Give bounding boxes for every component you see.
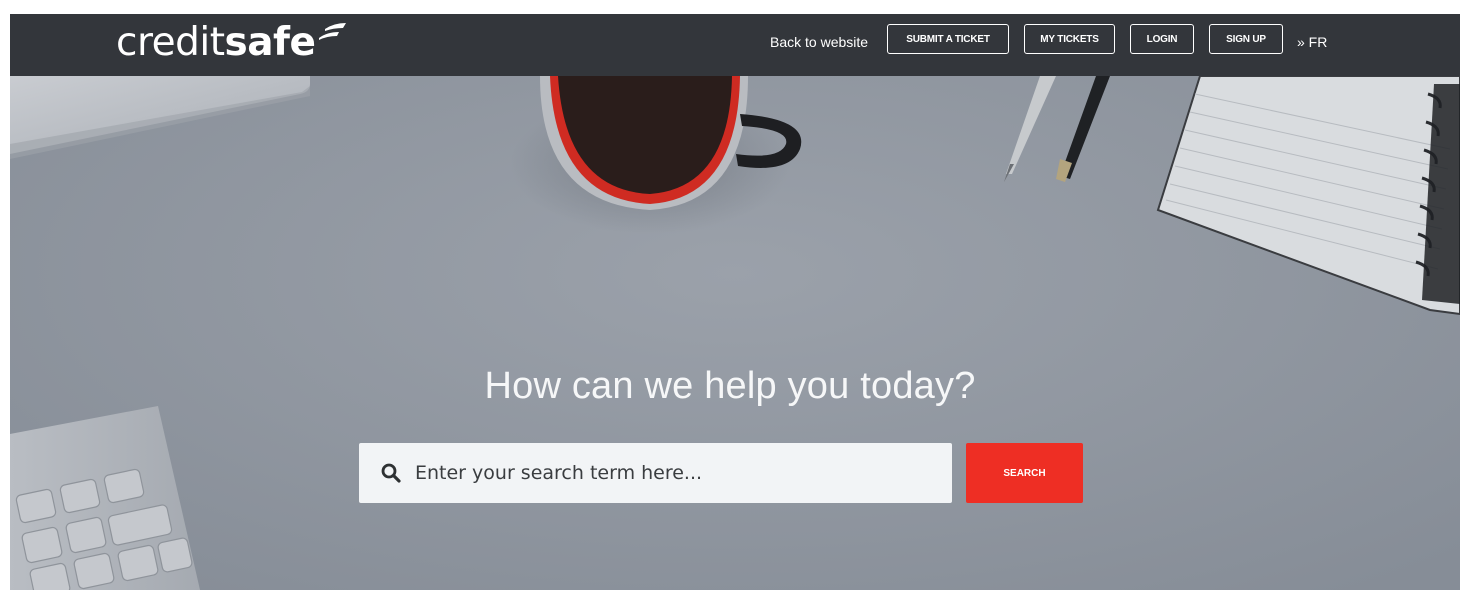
search-button[interactable]: SEARCH <box>966 443 1083 503</box>
header-nav: Back to website SUBMIT A TICKET MY TICKE… <box>10 14 1460 76</box>
submit-a-ticket-button[interactable]: SUBMIT A TICKET <box>887 24 1009 54</box>
page-frame: credit safe Back to website SUBMIT A TICK… <box>10 14 1460 590</box>
login-button[interactable]: LOGIN <box>1130 24 1194 54</box>
search-input[interactable] <box>413 461 937 485</box>
search-icon <box>381 463 401 483</box>
top-header: credit safe Back to website SUBMIT A TICK… <box>10 14 1460 76</box>
hero-background-image <box>10 14 1460 590</box>
my-tickets-button[interactable]: MY TICKETS <box>1024 24 1115 54</box>
search-box <box>359 443 952 503</box>
language-switch-fr-link[interactable]: » FR <box>1297 34 1327 50</box>
sign-up-button[interactable]: SIGN UP <box>1209 24 1283 54</box>
hero-headline: How can we help you today? <box>484 365 976 407</box>
back-to-website-link[interactable]: Back to website <box>770 34 868 50</box>
